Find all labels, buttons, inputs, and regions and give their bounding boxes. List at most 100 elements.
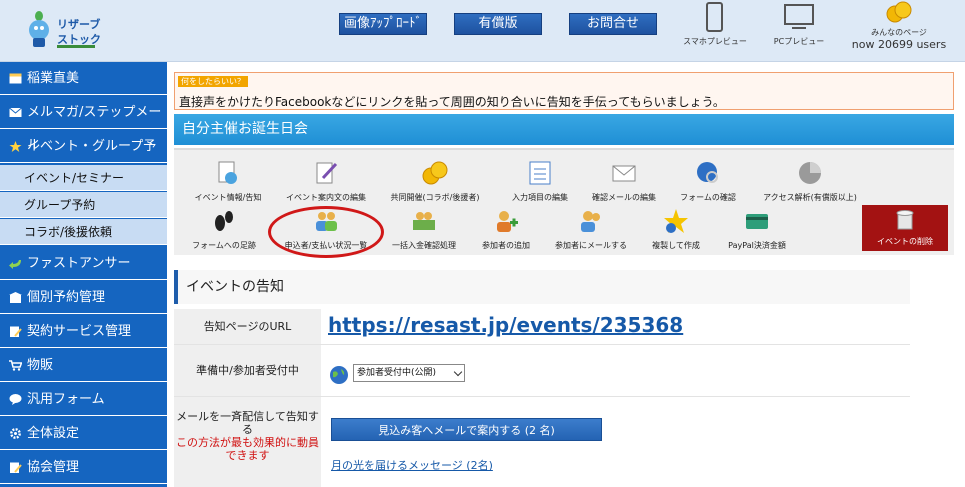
hint-text: 直接声をかけたりFacebookなどにリンクを貼って周囲の知り合いに告知を手伝っ… bbox=[179, 95, 725, 109]
highlight-circle bbox=[268, 206, 384, 258]
mascot-icon bbox=[29, 11, 49, 47]
globe-icon bbox=[330, 366, 348, 384]
logo-underline bbox=[57, 45, 95, 48]
bubble-icon bbox=[9, 394, 22, 405]
star-copy-icon bbox=[664, 209, 688, 233]
sidebar-item-label: 協会管理 bbox=[27, 460, 80, 475]
delete-event-button[interactable]: イベントの削除 bbox=[862, 205, 948, 251]
sidebar-sub-groups[interactable]: グループ予約 bbox=[0, 192, 167, 218]
contact-button[interactable]: お問合せ bbox=[569, 13, 657, 35]
sidebar-item-3[interactable]: ファストアンサー bbox=[0, 247, 167, 280]
sidebar: 稲業直美 メルマガ/ステップメール イベント・グループ予約 イベント/セミナー … bbox=[0, 62, 167, 487]
hint-tag: 何をしたらいい？ bbox=[178, 76, 248, 87]
tool-paypal-amount[interactable]: PayPal決済金額 bbox=[718, 208, 796, 251]
pc-preview-label: PCプレビュー bbox=[773, 37, 825, 46]
tool-label: 確認メールの編集 bbox=[592, 193, 656, 202]
tool-edit-confirm-mail[interactable]: 確認メールの編集 bbox=[586, 160, 662, 203]
tool-label: 共同開催(コラボ/後援者) bbox=[390, 193, 480, 202]
mail-icon bbox=[9, 107, 22, 117]
monitor-stand bbox=[792, 25, 806, 29]
tool-label: イベント案内文の編集 bbox=[286, 193, 366, 202]
tool-label: イベント情報/告知 bbox=[194, 193, 262, 202]
window-icon bbox=[9, 73, 22, 84]
tool-form-footprints[interactable]: フォームへの足跡 bbox=[186, 208, 262, 251]
image-upload-button[interactable]: 画像ｱｯﾌﾟﾛｰﾄﾞ bbox=[339, 13, 427, 35]
delete-label: イベントの削除 bbox=[877, 237, 933, 246]
envelope-icon bbox=[612, 165, 636, 182]
sidebar-item-4[interactable]: 個別予約管理 bbox=[0, 281, 167, 314]
cash-people-icon bbox=[413, 212, 435, 230]
tool-event-info[interactable]: イベント情報/告知 bbox=[188, 160, 268, 203]
add-user-icon bbox=[497, 211, 518, 232]
tool-label: フォームの確認 bbox=[680, 193, 736, 202]
trash-icon bbox=[896, 210, 914, 230]
sidebar-item-label: 稲業直美 bbox=[27, 71, 80, 86]
url-label: 告知ページのURL bbox=[174, 309, 321, 344]
status-label: 準備中/参加者受付中 bbox=[174, 345, 321, 396]
sidebar-item-5[interactable]: 契約サービス管理 bbox=[0, 315, 167, 348]
user-mail-icon bbox=[581, 211, 600, 232]
sidebar-sub-collab[interactable]: コラボ/後援依頼 bbox=[0, 219, 167, 245]
document-icon bbox=[10, 462, 22, 473]
tool-bulk-payment[interactable]: 一括入金確認処理 bbox=[386, 208, 462, 251]
sidebar-item-1[interactable]: メルマガ/ステップメール bbox=[0, 96, 167, 153]
chevron-down-icon bbox=[453, 367, 463, 377]
event-url-link[interactable]: https://resast.jp/events/235368 bbox=[328, 313, 683, 337]
tool-form-check[interactable]: フォームの確認 bbox=[674, 160, 742, 203]
smartphone-preview-label: スマホプレビュー bbox=[683, 37, 747, 46]
tool-label: フォームへの足跡 bbox=[192, 241, 256, 250]
tool-label: 参加者にメールする bbox=[555, 241, 627, 250]
sidebar-item-label: 契約サービス管理 bbox=[27, 324, 132, 339]
credit-card-icon bbox=[746, 214, 768, 229]
footprints-icon bbox=[215, 211, 233, 231]
logo[interactable]: リザーブ ストック bbox=[24, 6, 104, 56]
paid-version-button[interactable]: 有償版 bbox=[454, 13, 542, 35]
hint-notice: 何をしたらいい？ 直接声をかけたりFacebookなどにリンクを貼って周囲の知り… bbox=[174, 72, 954, 110]
tool-label: 参加者の追加 bbox=[482, 241, 530, 250]
event-title: 自分主催お誕生日会 bbox=[174, 114, 954, 145]
sidebar-item-8[interactable]: 全体設定 bbox=[0, 417, 167, 450]
tool-access-analytics[interactable]: アクセス解析(有償版以上) bbox=[752, 160, 868, 203]
cart-icon bbox=[9, 360, 22, 371]
tool-label: 一括入金確認処理 bbox=[392, 241, 456, 250]
tool-label: 複製して作成 bbox=[652, 241, 700, 250]
tool-duplicate[interactable]: 複製して作成 bbox=[644, 208, 708, 251]
tool-mail-participants[interactable]: 参加者にメールする bbox=[546, 208, 636, 251]
tool-label: PayPal決済金額 bbox=[728, 241, 786, 250]
header: リザーブ ストック 画像ｱｯﾌﾟﾛｰﾄﾞ 有償版 お問合せ スマホプレビュー P… bbox=[0, 0, 965, 62]
sidebar-item-label: 個別予約管理 bbox=[27, 290, 106, 305]
sidebar-item-label: ファストアンサー bbox=[27, 256, 131, 271]
sidebar-item-9[interactable]: 協会管理 bbox=[0, 451, 167, 484]
mail-row: メールを一斉配信して告知する この方法が最も効果的に動員できます 見込み客へメー… bbox=[174, 397, 910, 487]
smartphone-icon bbox=[706, 2, 723, 32]
globe-magnifier-icon bbox=[697, 162, 718, 183]
star-icon bbox=[9, 141, 22, 152]
tool-collab[interactable]: 共同開催(コラボ/後援者) bbox=[386, 160, 484, 203]
mail-prospects-button[interactable]: 見込み客へメールで案内する (2 名) bbox=[331, 418, 602, 441]
coins-icon bbox=[886, 1, 912, 23]
url-row: 告知ページのURL https://resast.jp/events/23536… bbox=[174, 309, 910, 345]
sidebar-item-0[interactable]: 稲業直美 bbox=[0, 62, 167, 95]
sidebar-item-7[interactable]: 汎用フォーム bbox=[0, 383, 167, 416]
moon-message-link[interactable]: 月の光を届けるメッセージ (2名) bbox=[331, 457, 493, 473]
sidebar-item-label: 全体設定 bbox=[27, 426, 80, 441]
contract-icon bbox=[10, 326, 22, 337]
mail-note: この方法が最も効果的に動員できます bbox=[176, 436, 319, 462]
status-select[interactable]: 参加者受付中(公開) bbox=[353, 364, 465, 382]
coins-icon bbox=[422, 161, 448, 185]
tool-add-participant[interactable]: 参加者の追加 bbox=[474, 208, 538, 251]
section-heading: イベントの告知 bbox=[174, 270, 910, 304]
building-icon bbox=[9, 292, 22, 303]
sidebar-item-6[interactable]: 物販 bbox=[0, 349, 167, 382]
arrow-icon bbox=[9, 260, 21, 269]
tool-label: アクセス解析(有償版以上) bbox=[763, 193, 857, 202]
tool-edit-announcement[interactable]: イベント案内文の編集 bbox=[280, 160, 372, 203]
sidebar-sub-events[interactable]: イベント/セミナー bbox=[0, 165, 167, 191]
sidebar-item-label: 汎用フォーム bbox=[27, 392, 105, 407]
sidebar-item-2[interactable]: イベント・グループ予約 bbox=[0, 130, 167, 187]
users-count: now 20699 users bbox=[851, 38, 947, 51]
my-page-label: みんなのページ bbox=[871, 28, 927, 37]
logo-text-1: リザーブ bbox=[57, 18, 101, 31]
document-globe-icon bbox=[218, 161, 237, 184]
tool-edit-fields[interactable]: 入力項目の編集 bbox=[504, 160, 576, 203]
